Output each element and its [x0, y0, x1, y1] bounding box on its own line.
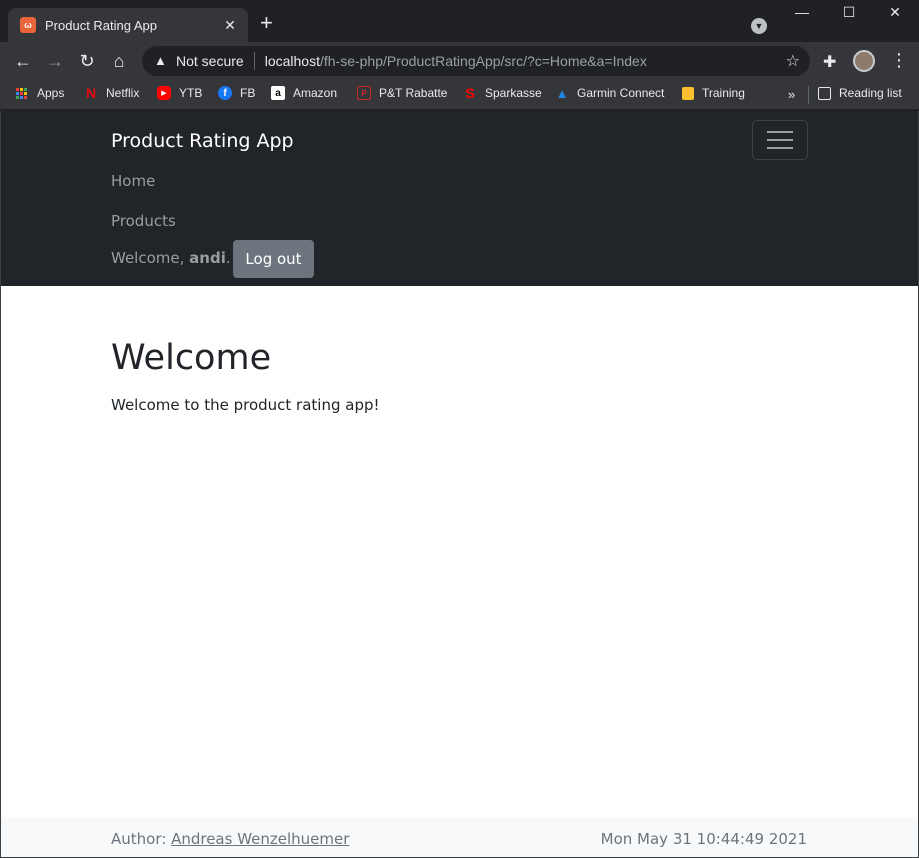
site-navbar: Product Rating App Home Products Welcome…	[1, 111, 918, 286]
menu-icon[interactable]: ⋮	[890, 50, 908, 71]
bookmarks-overflow-icon[interactable]: »	[788, 87, 795, 102]
bookmark-label: Apps	[37, 86, 65, 100]
nav-link-products[interactable]: Products	[111, 212, 176, 230]
bookmark-apps[interactable]: Apps	[16, 86, 64, 100]
reading-list-button[interactable]: Reading list	[818, 86, 902, 100]
home-icon[interactable]: ⌂	[108, 51, 130, 71]
welcome-user-text: Welcome, andi.	[111, 249, 231, 267]
bookmark-label: Training	[702, 86, 745, 100]
address-bar[interactable]: ▲ Not secure localhost/fh-se-php/Product…	[142, 46, 810, 76]
footer-author: Author: Andreas Wenzelhuemer	[111, 830, 349, 848]
pt-rabatte-icon: P	[357, 86, 371, 100]
bookmark-label: FB	[240, 86, 256, 100]
navbar-brand[interactable]: Product Rating App	[111, 130, 294, 152]
amazon-icon: a	[271, 86, 285, 100]
close-icon[interactable]: ✕	[880, 4, 910, 21]
youtube-icon: ▶	[157, 86, 171, 100]
welcome-suffix: .	[225, 249, 231, 267]
profile-avatar[interactable]	[853, 50, 875, 72]
author-link[interactable]: Andreas Wenzelhuemer	[171, 830, 349, 848]
bookmark-label: Sparkasse	[485, 86, 542, 100]
maximize-icon[interactable]: ☐	[834, 4, 864, 21]
netflix-icon: N	[85, 85, 97, 101]
apps-grid-icon	[16, 87, 27, 99]
folder-icon	[682, 86, 694, 100]
extensions-icon[interactable]: ✚	[823, 52, 836, 72]
reading-list-label: Reading list	[839, 86, 902, 100]
reading-list-icon	[818, 86, 831, 100]
bookmark-label: Amazon	[293, 86, 338, 100]
back-icon[interactable]: ←	[12, 51, 34, 71]
welcome-message: Welcome to the product rating app!	[111, 396, 380, 414]
tab-close-icon[interactable]: ✕	[222, 17, 238, 34]
bookmark-sparkasse[interactable]: S Sparkasse	[463, 85, 542, 101]
browser-title-bar: ω Product Rating App ✕ + ▼ — ☐ ✕	[0, 0, 919, 42]
bookmark-ytb[interactable]: ▶ YTB	[157, 86, 202, 100]
bookmark-label: P&T Rabatte	[379, 86, 448, 100]
xampp-icon: ω	[20, 17, 36, 33]
garmin-icon: ▲	[555, 85, 569, 101]
url-path[interactable]: /fh-se-php/ProductRatingApp/src/?c=Home&…	[320, 53, 647, 69]
facebook-icon: f	[218, 86, 232, 100]
username: andi	[189, 249, 226, 267]
bookmark-amazon[interactable]: a Amazon	[271, 86, 337, 100]
bookmark-label: Garmin Connect	[577, 86, 665, 100]
browser-toolbar: ← → ↻ ⌂ ▲ Not secure localhost/fh-se-php…	[0, 42, 919, 80]
forward-icon[interactable]: →	[44, 51, 66, 71]
window-border-left	[0, 111, 1, 858]
navbar-toggler-icon[interactable]	[752, 120, 808, 160]
bookmark-label: YTB	[179, 86, 203, 100]
reload-icon[interactable]: ↻	[76, 51, 98, 71]
omnibox-separator	[253, 52, 255, 70]
url-host[interactable]: localhost	[265, 53, 320, 69]
minimize-icon[interactable]: —	[787, 4, 817, 20]
warning-icon[interactable]: ▲	[154, 54, 168, 68]
tab-title: Product Rating App	[45, 17, 158, 33]
security-label[interactable]: Not secure	[176, 53, 244, 69]
bookmark-pt-rabatte[interactable]: P P&T Rabatte	[357, 86, 447, 100]
bookmark-training[interactable]: Training	[682, 86, 745, 100]
browser-tab[interactable]: ω Product Rating App ✕	[8, 8, 248, 42]
footer-datetime: Mon May 31 10:44:49 2021	[600, 830, 807, 848]
bookmark-label: Netflix	[106, 86, 140, 100]
bookmark-star-icon[interactable]: ☆	[786, 51, 800, 71]
page-title: Welcome	[111, 338, 272, 378]
logout-button[interactable]: Log out	[233, 240, 314, 278]
bookmarks-bar: Apps N Netflix ▶ YTB f FB a Amazon P P&T…	[0, 80, 919, 110]
nav-link-home[interactable]: Home	[111, 172, 155, 190]
new-tab-icon[interactable]: +	[260, 12, 273, 34]
sparkasse-icon: S	[465, 85, 475, 101]
site-footer: Author: Andreas Wenzelhuemer Mon May 31 …	[1, 817, 918, 857]
welcome-prefix: Welcome,	[111, 249, 190, 267]
bookmark-netflix[interactable]: N Netflix	[84, 85, 140, 101]
bookmark-fb[interactable]: f FB	[218, 86, 255, 100]
bookmarks-divider	[808, 86, 809, 104]
author-prefix: Author:	[111, 830, 172, 848]
page-viewport: Product Rating App Home Products Welcome…	[1, 111, 918, 857]
bookmark-garmin[interactable]: ▲ Garmin Connect	[555, 85, 665, 101]
tab-search-icon[interactable]: ▼	[751, 18, 767, 34]
